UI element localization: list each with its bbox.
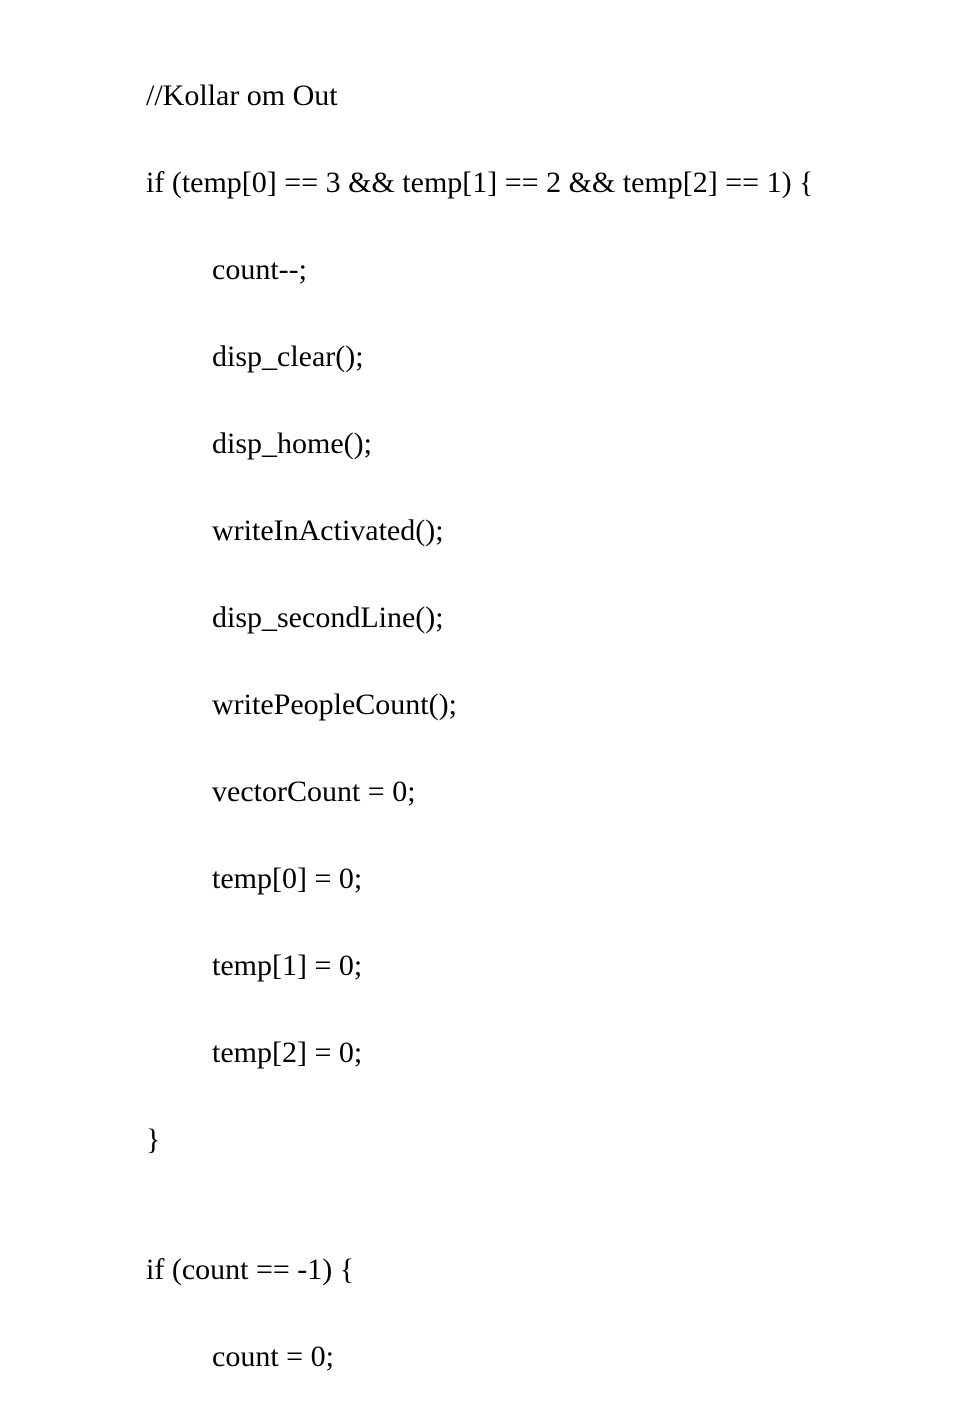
code-line: disp_home(); — [80, 422, 939, 466]
code-line: disp_secondLine(); — [80, 596, 939, 640]
code-line: temp[0] = 0; — [80, 857, 939, 901]
code-line-if: if (temp[0] == 3 && temp[1] == 2 && temp… — [80, 161, 939, 205]
code-line-brace: } — [80, 1422, 939, 1428]
code-line: writeInActivated(); — [80, 509, 939, 553]
code-line: count = 0; — [80, 1335, 939, 1379]
code-block: //Kollar om Out if (temp[0] == 3 && temp… — [80, 30, 939, 1428]
code-line-brace: } — [80, 1118, 939, 1162]
code-line-comment: //Kollar om Out — [80, 74, 939, 118]
code-line: writePeopleCount(); — [80, 683, 939, 727]
code-line: vectorCount = 0; — [80, 770, 939, 814]
code-line: disp_clear(); — [80, 335, 939, 379]
code-line: temp[2] = 0; — [80, 1031, 939, 1075]
code-line-if: if (count == -1) { — [80, 1248, 939, 1292]
code-line: count--; — [80, 248, 939, 292]
code-line: temp[1] = 0; — [80, 944, 939, 988]
